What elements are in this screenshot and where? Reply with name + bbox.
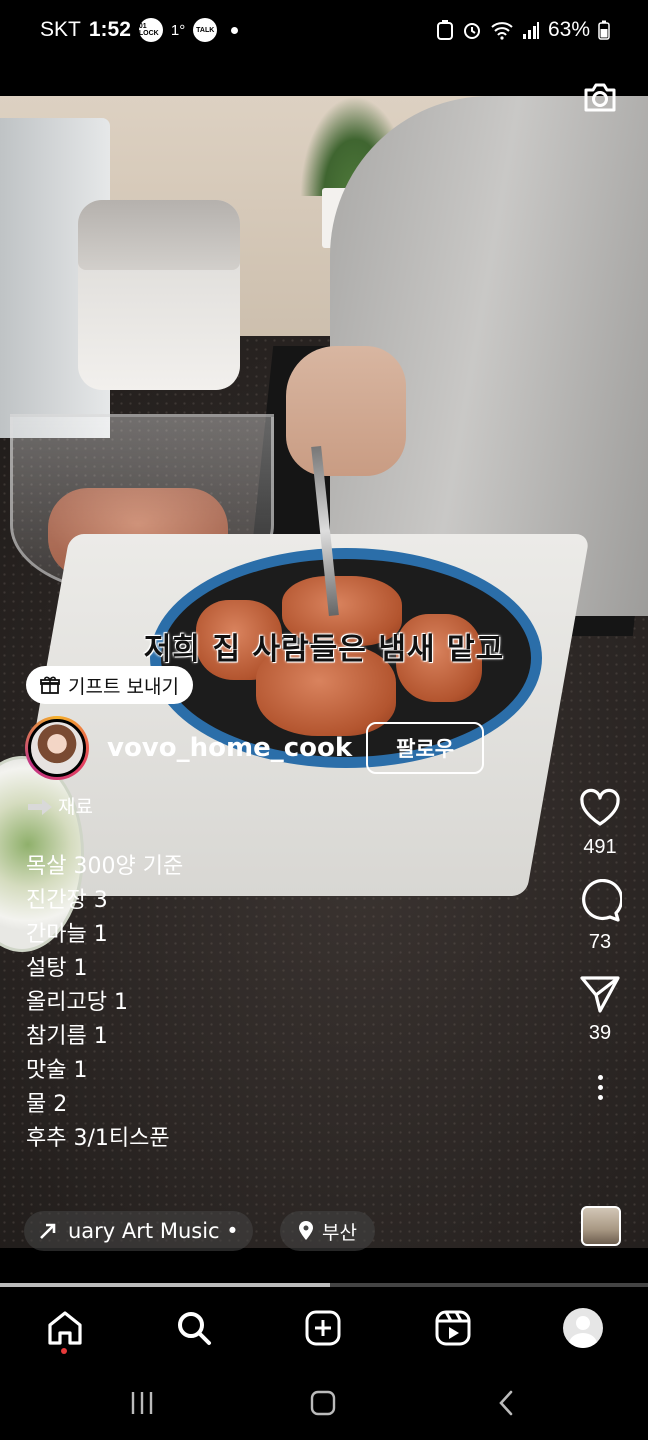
- music-link[interactable]: uary Art Music •: [24, 1211, 253, 1251]
- author-username[interactable]: vovo_home_cook: [107, 733, 352, 763]
- profile-icon: [563, 1308, 603, 1348]
- lock-app-icon: 01 LOCK: [138, 18, 163, 42]
- comment-count: 73: [588, 931, 612, 953]
- ingredient-line: 참기름 1: [26, 1024, 108, 1049]
- description-header: 재료: [26, 790, 183, 824]
- video-progress-fill: [0, 1283, 331, 1287]
- recycle-icon: [436, 20, 453, 40]
- signal-icon: [522, 22, 539, 39]
- rice-cooker-lid: [78, 200, 240, 270]
- temperature-label: 1°: [170, 21, 186, 39]
- ingredient-line: 후추 3/1티스푼: [26, 1126, 170, 1151]
- recent-apps-button[interactable]: [122, 1386, 162, 1420]
- ingredient-line: 물 2: [26, 1092, 68, 1117]
- action-rail: 491 73 39: [570, 788, 630, 1100]
- home-icon: [48, 1311, 82, 1345]
- status-bar-right: 63%: [436, 18, 610, 42]
- status-bar-left: SKT 1:52 01 LOCK 1° TALK: [40, 18, 239, 42]
- send-gift-label: 기프트 보내기: [68, 675, 179, 698]
- video-progress-bar[interactable]: [0, 1283, 648, 1287]
- avatar-photo: [28, 719, 86, 777]
- notification-dot: [61, 1348, 67, 1354]
- heart-icon: [580, 788, 620, 826]
- home-system-icon: [310, 1390, 336, 1416]
- more-icon-dot: [597, 1095, 603, 1100]
- share-button[interactable]: 39: [570, 974, 630, 1045]
- author-avatar[interactable]: [25, 716, 89, 780]
- like-count: 491: [583, 836, 617, 858]
- carrier-label: SKT: [40, 18, 81, 41]
- more-button[interactable]: [570, 1075, 630, 1100]
- plus-square-icon: [305, 1310, 341, 1346]
- author-row: vovo_home_cook 팔로우: [25, 716, 485, 780]
- send-icon: [580, 976, 620, 1013]
- camera-button[interactable]: [580, 78, 620, 118]
- status-bar: SKT 1:52 01 LOCK 1° TALK 63%: [0, 0, 648, 68]
- nav-create[interactable]: [303, 1308, 343, 1348]
- location-label: 부산: [322, 1221, 357, 1244]
- bottom-nav: [0, 1288, 648, 1368]
- wifi-icon: [491, 22, 513, 40]
- kakaotalk-icon: TALK: [193, 18, 218, 42]
- arrow-right-icon: [28, 799, 52, 815]
- more-icon-dot: [597, 1075, 603, 1080]
- recent-apps-icon: [131, 1392, 153, 1414]
- ingredient-line: 진간장 3: [26, 888, 108, 913]
- description-header-label: 재료: [58, 796, 93, 818]
- gift-icon: [40, 676, 60, 694]
- back-button[interactable]: [486, 1386, 526, 1420]
- nav-reels[interactable]: [433, 1308, 473, 1348]
- comment-icon: [582, 879, 622, 922]
- clock: 1:52: [88, 18, 131, 41]
- more-icon-dot: [597, 1085, 603, 1090]
- ingredient-line: 간마늘 1: [26, 922, 108, 947]
- battery-percent: 63%: [547, 18, 590, 41]
- share-count: 39: [588, 1022, 612, 1044]
- post-description[interactable]: 재료 목살 300양 기준 진간장 3 간마늘 1 설탕 1 올리고당 1 참기…: [26, 790, 183, 1156]
- trending-arrow-icon: [40, 1223, 56, 1239]
- alarm-icon: [463, 23, 480, 39]
- comment-button[interactable]: 73: [570, 879, 630, 954]
- battery-icon: [598, 20, 610, 40]
- search-icon: [178, 1312, 211, 1345]
- ingredient-line: 설탕 1: [26, 956, 88, 981]
- audio-thumbnail[interactable]: [581, 1206, 621, 1246]
- notification-dot-icon: [231, 26, 239, 34]
- ingredient-line: 맛술 1: [26, 1058, 88, 1083]
- send-gift-button[interactable]: 기프트 보내기: [26, 666, 193, 704]
- hand: [286, 346, 406, 476]
- reels-icon: [435, 1310, 471, 1346]
- ingredient-line: 목살 300양 기준: [26, 854, 184, 879]
- ingredient-line: 올리고당 1: [26, 990, 128, 1015]
- system-nav-bar: [0, 1368, 648, 1440]
- video-caption: 저희 집 사람들은 냄새 맡고: [143, 632, 505, 667]
- like-button[interactable]: 491: [570, 788, 630, 859]
- location-link[interactable]: 부산: [280, 1211, 375, 1251]
- nav-profile[interactable]: [563, 1308, 603, 1348]
- location-pin-icon: [299, 1221, 313, 1240]
- home-system-button[interactable]: [303, 1386, 343, 1420]
- nav-search[interactable]: [174, 1308, 214, 1348]
- nav-home[interactable]: [45, 1308, 85, 1348]
- music-title: uary Art Music •: [68, 1219, 239, 1243]
- camera-icon: [584, 83, 616, 112]
- follow-button[interactable]: 팔로우: [366, 722, 485, 774]
- back-icon: [499, 1390, 513, 1416]
